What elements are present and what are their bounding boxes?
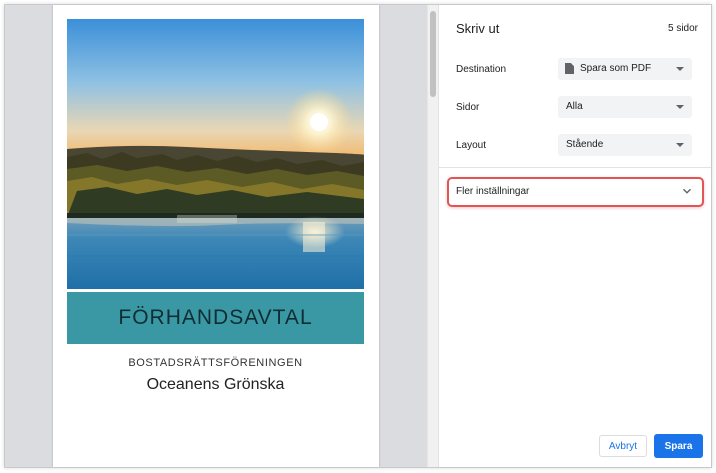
pages-select[interactable]: Alla [558,96,692,118]
association-name: Oceanens Grönska [146,376,285,393]
save-button[interactable]: Spara [654,434,703,458]
document-icon [565,63,574,74]
cover-subtitle: BOSTADSRÄTTSFÖRENINGEN [128,357,303,369]
chevron-down-icon [683,188,691,194]
destination-label: Destination [456,64,507,75]
cover-photo [67,19,364,289]
layout-label: Layout [456,140,487,151]
scrollbar-thumb[interactable] [430,11,436,97]
preview-page: FÖRHANDSAVTAL BOSTADSRÄTTSFÖRENINGEN Oce… [53,5,379,467]
preview-scrollbar[interactable] [427,5,438,467]
destination-select[interactable]: Spara som PDF [558,58,692,80]
dropdown-arrow-icon [676,143,684,147]
page-count: 5 sidor [667,23,698,34]
divider [439,167,711,168]
dialog-title: Skriv ut [456,21,500,36]
cancel-button[interactable]: Avbryt [599,435,647,457]
layout-value: Stående [566,139,604,150]
pages-value: Alla [566,101,583,112]
layout-select[interactable]: Stående [558,134,692,156]
more-settings-label: Fler inställningar [456,186,530,197]
dropdown-arrow-icon [676,105,684,109]
pages-label: Sidor [456,102,480,113]
print-preview: FÖRHANDSAVTAL BOSTADSRÄTTSFÖRENINGEN Oce… [5,5,433,467]
cover-banner: FÖRHANDSAVTAL [67,292,364,344]
print-dialog: FÖRHANDSAVTAL BOSTADSRÄTTSFÖRENINGEN Oce… [4,4,712,468]
dropdown-arrow-icon [676,67,684,71]
cover-title: FÖRHANDSAVTAL [118,306,313,329]
destination-value: Spara som PDF [580,63,652,74]
more-settings-toggle[interactable]: Fler inställningar [447,177,704,207]
print-settings-panel: Skriv ut 5 sidor Destination Spara som P… [438,5,711,467]
